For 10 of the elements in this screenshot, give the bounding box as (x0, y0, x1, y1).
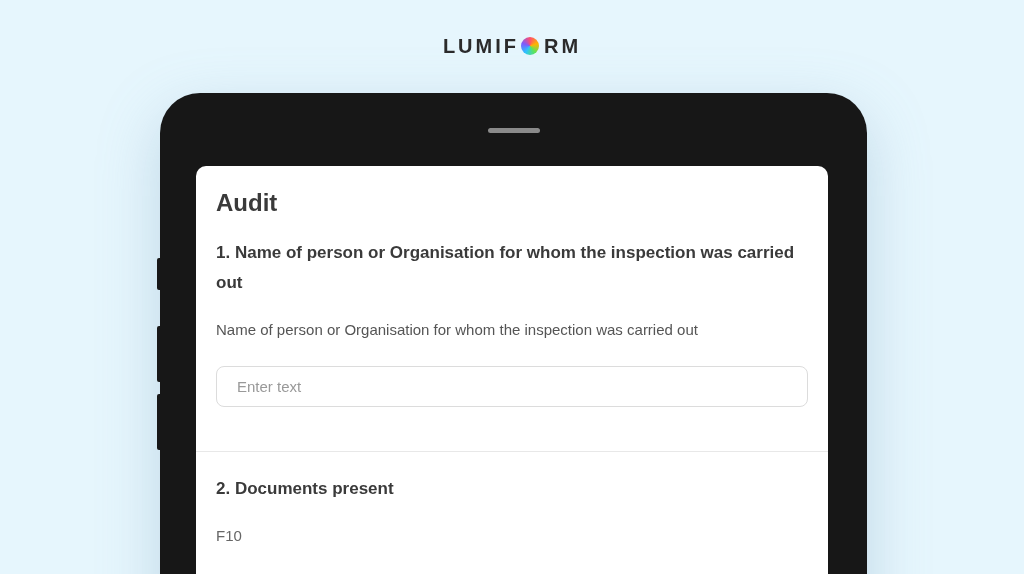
form-title: Audit (215, 188, 279, 218)
text-input-field[interactable]: Enter text (216, 366, 808, 407)
logo-ring-icon (521, 37, 539, 55)
question-description: Name of person or Organisation for whom the inspection was carried out (216, 320, 699, 340)
question-label: 2. Documents present (216, 478, 395, 500)
tablet-handle (488, 128, 540, 133)
logo-text: LUMIF (442, 34, 519, 58)
logo-text: RM (544, 34, 582, 58)
question-label: 1. Name of person or Organisation for whom the inspection was carried out (216, 242, 796, 294)
question-description: F10 (216, 526, 243, 546)
